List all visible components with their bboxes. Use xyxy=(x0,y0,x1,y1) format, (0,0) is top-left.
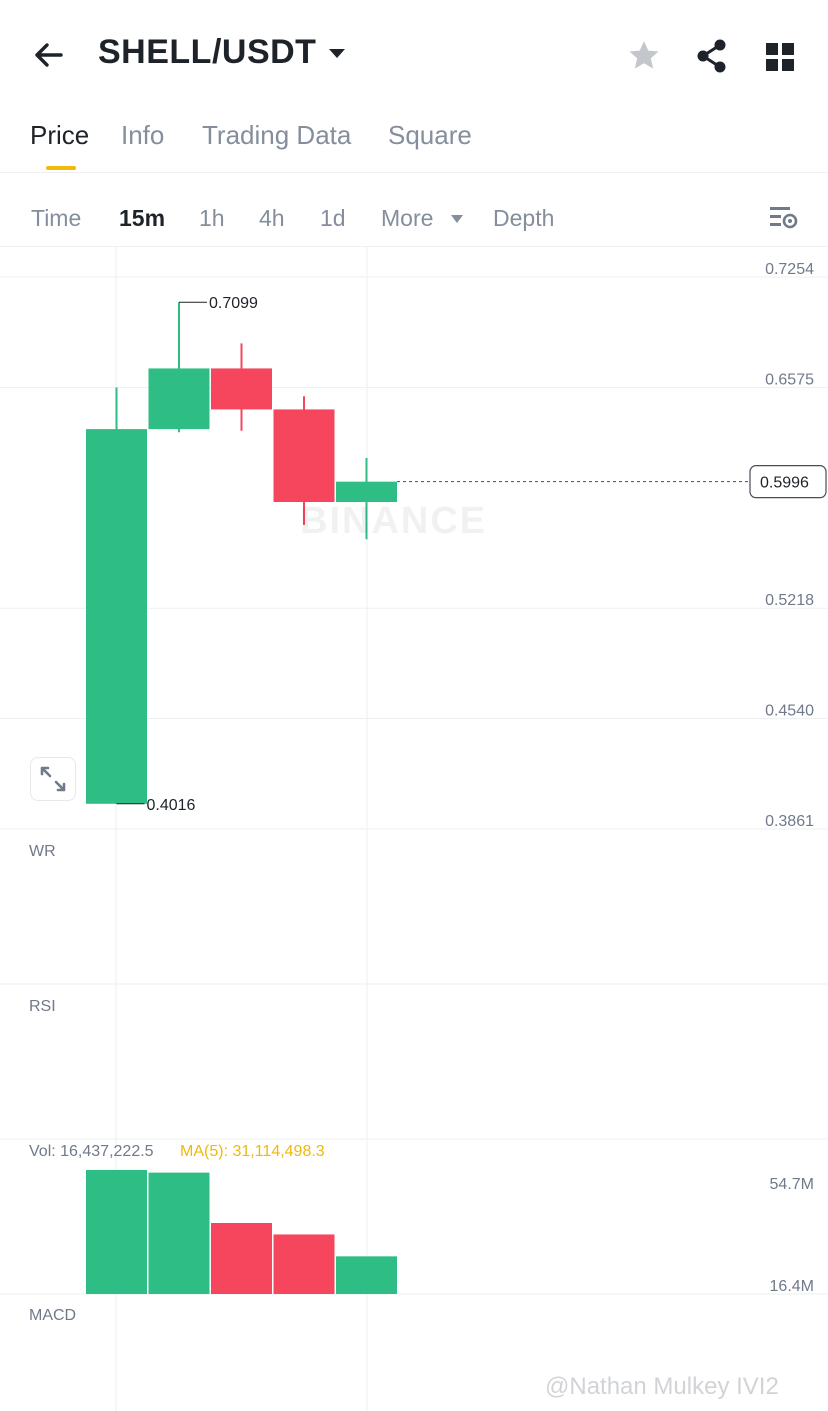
high-price-label: 0.7099 xyxy=(209,295,258,312)
caret-down-icon[interactable] xyxy=(449,212,465,224)
candle-body xyxy=(273,409,335,502)
chart-settings-icon[interactable] xyxy=(766,202,800,234)
main-tabs: Price Info Trading Data Square xyxy=(0,110,828,173)
credit-watermark: @Nathan Mulkey IVI2 xyxy=(545,1373,779,1400)
volume-bars xyxy=(86,1170,397,1294)
grid-menu-icon[interactable] xyxy=(760,36,800,76)
price-axis-label: 0.7254 xyxy=(765,261,814,278)
star-icon[interactable] xyxy=(624,36,664,76)
expand-chart-button[interactable] xyxy=(30,757,76,801)
active-tab-indicator xyxy=(46,166,76,170)
chart-area[interactable]: 0.5996 0.7099 0.4016 0.7254 0.6575 0.5218 0.45… xyxy=(0,246,828,1411)
share-icon[interactable] xyxy=(692,36,732,76)
volume-axis-label: 16.4M xyxy=(770,1278,814,1295)
volume-ma5: MA(5): 31,114,498.3 xyxy=(180,1143,325,1160)
interval-more[interactable]: More xyxy=(381,205,433,232)
volume-bar xyxy=(273,1234,335,1294)
volume-axis-label: 54.7M xyxy=(770,1176,814,1193)
candlesticks xyxy=(86,302,750,804)
tab-square[interactable]: Square xyxy=(388,120,472,151)
volume-value: Vol: 16,437,222.5 xyxy=(29,1143,154,1160)
expand-icon xyxy=(40,766,66,792)
candle-body xyxy=(211,368,272,410)
caret-down-icon[interactable] xyxy=(326,45,348,61)
interval-bar: Time 15m 1h 4h 1d More Depth xyxy=(0,172,828,247)
interval-4h[interactable]: 4h xyxy=(259,205,285,232)
wr-panel-label: WR xyxy=(29,843,56,860)
volume-bar xyxy=(86,1170,147,1294)
volume-bar xyxy=(336,1256,397,1294)
volume-info: Vol: 16,437,222.5 MA(5): 31,114,498.3 xyxy=(29,1143,325,1161)
axis-labels: 0.5996 0.7099 0.4016 0.7254 0.6575 0.5218 0.45… xyxy=(116,261,827,1295)
price-axis-label: 0.3861 xyxy=(765,813,814,830)
tab-trading-data[interactable]: Trading Data xyxy=(202,120,351,151)
interval-15m[interactable]: 15m xyxy=(119,205,165,232)
pair-title[interactable]: SHELL/USDT xyxy=(98,33,316,72)
macd-panel-label: MACD xyxy=(29,1307,77,1324)
candle-body xyxy=(148,368,210,430)
binance-watermark: BINANCE xyxy=(300,500,488,542)
current-price-label: 0.5996 xyxy=(760,475,809,492)
volume-bar xyxy=(148,1172,210,1294)
interval-1h[interactable]: 1h xyxy=(199,205,225,232)
low-price-label: 0.4016 xyxy=(147,797,196,814)
candle-body xyxy=(336,481,397,502)
interval-time[interactable]: Time xyxy=(31,205,81,232)
interval-1d[interactable]: 1d xyxy=(320,205,346,232)
price-axis-label: 0.6575 xyxy=(765,371,814,388)
candle-body xyxy=(86,429,147,804)
back-arrow-icon[interactable] xyxy=(28,34,70,76)
price-axis-label: 0.5218 xyxy=(765,592,814,609)
tab-info[interactable]: Info xyxy=(121,120,164,151)
interval-depth[interactable]: Depth xyxy=(493,205,554,232)
volume-bar xyxy=(211,1222,272,1294)
rsi-panel-label: RSI xyxy=(29,998,56,1015)
top-bar: SHELL/USDT xyxy=(0,0,828,110)
tab-price[interactable]: Price xyxy=(30,120,89,151)
price-axis-label: 0.4540 xyxy=(765,703,814,720)
